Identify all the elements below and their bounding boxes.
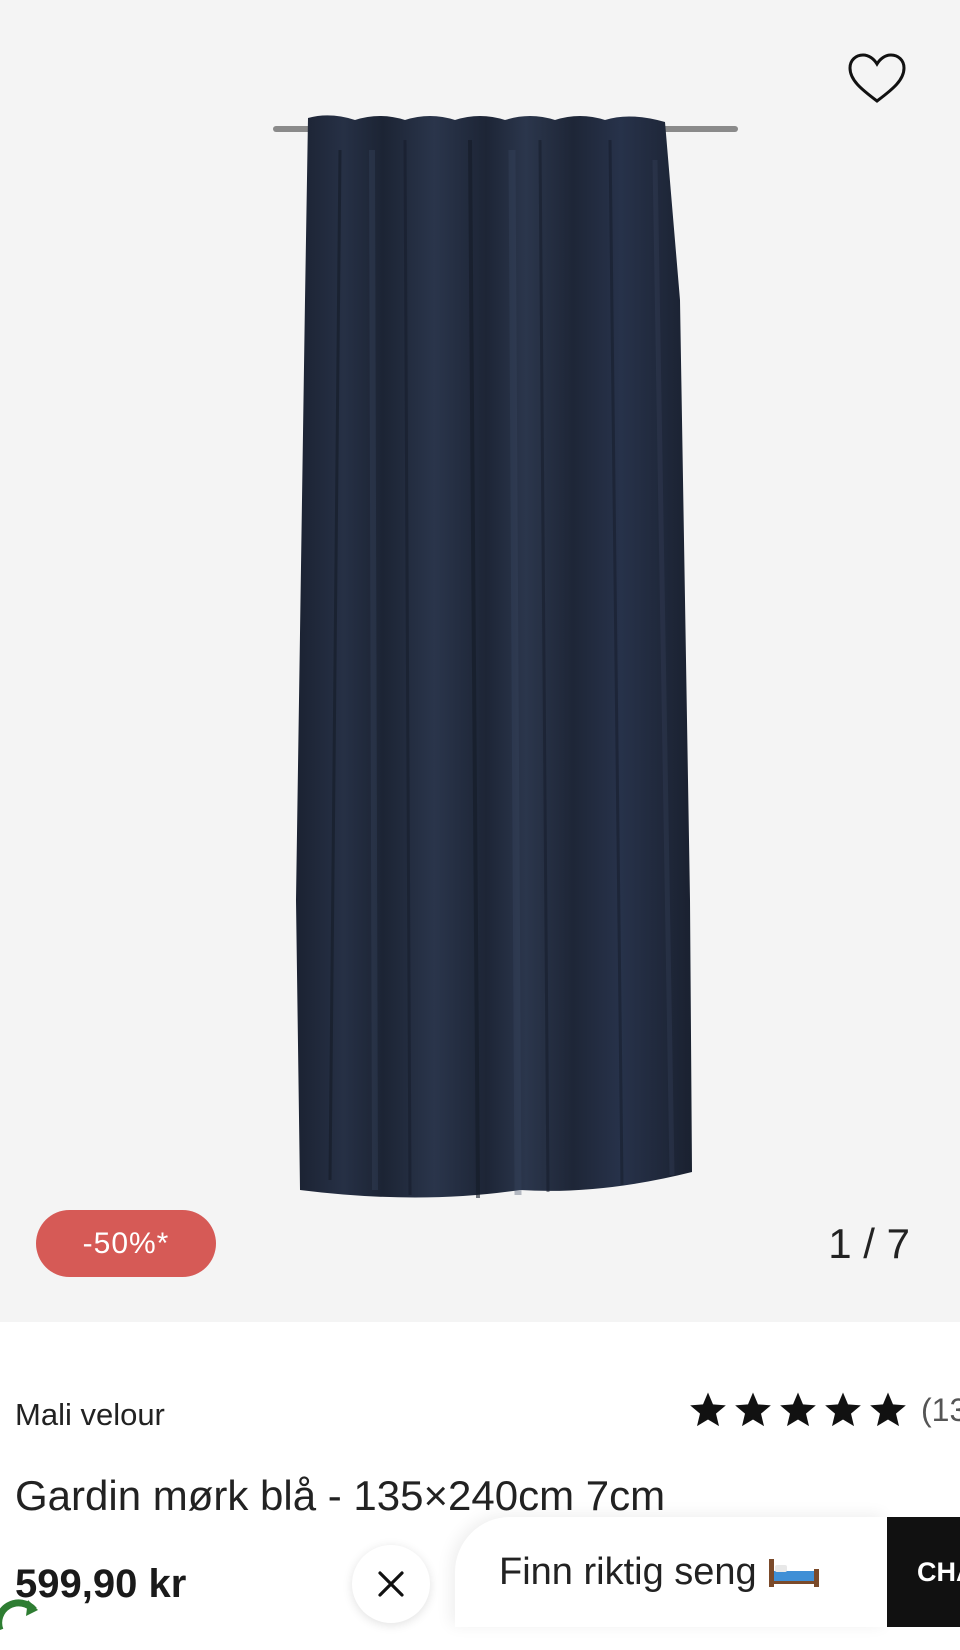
rating-stars[interactable]: (13 — [688, 1390, 960, 1430]
review-count: (13 — [921, 1391, 960, 1428]
heart-outline-icon — [848, 53, 906, 103]
product-title: Gardin mørk blå - 135×240cm 7cm — [15, 1472, 666, 1519]
star-icon — [690, 1392, 726, 1427]
close-button[interactable] — [352, 1545, 430, 1623]
bed-icon — [768, 1559, 819, 1587]
star-icon — [870, 1392, 906, 1427]
star-icon — [825, 1392, 861, 1427]
close-icon — [378, 1571, 404, 1597]
image-counter: 1 / 7 — [828, 1220, 910, 1267]
discount-badge: -50%* — [36, 1210, 216, 1277]
wishlist-button[interactable] — [842, 46, 912, 110]
bed-finder-label: Finn riktig seng — [499, 1550, 757, 1593]
product-gallery[interactable]: -50%* 1 / 7 — [0, 0, 960, 1322]
star-icon — [735, 1392, 771, 1427]
product-brand[interactable]: Mali velour — [15, 1397, 165, 1433]
product-image — [273, 115, 738, 1199]
chat-button[interactable]: CHAT — [887, 1517, 960, 1627]
bed-finder-button[interactable]: Finn riktig seng — [455, 1517, 887, 1627]
star-icon — [780, 1392, 816, 1427]
refresh-icon — [0, 1599, 38, 1630]
